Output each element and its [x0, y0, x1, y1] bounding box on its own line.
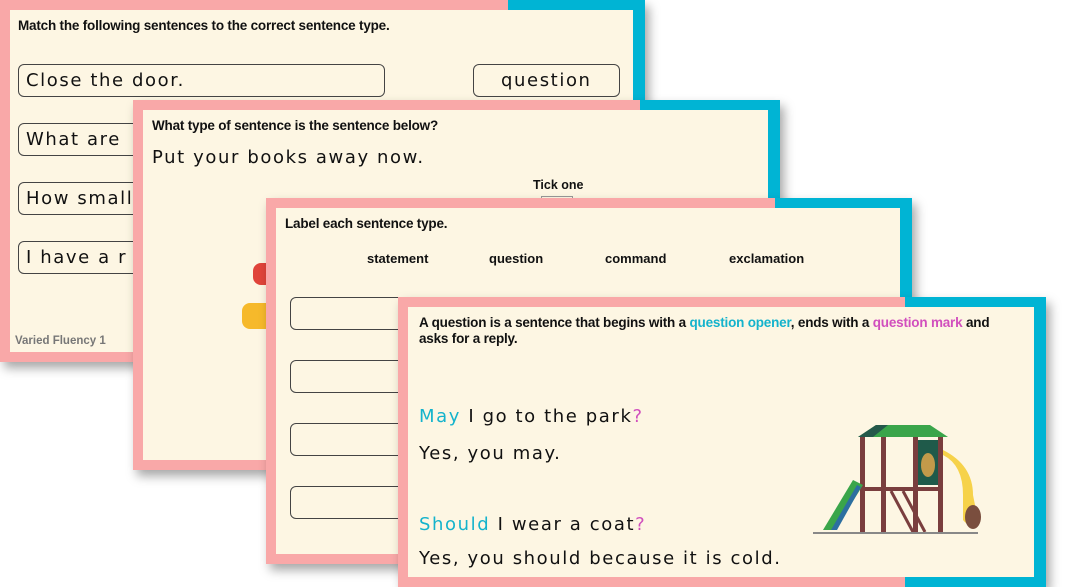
label-exclamation[interactable]: exclamation [729, 251, 804, 266]
sentence-text: Close the door. [26, 70, 185, 91]
example-question: May I go to the park? [419, 406, 644, 427]
question-text: I go to the park [461, 406, 633, 427]
question-opener: May [419, 406, 462, 427]
type-text: question [501, 70, 592, 91]
question-opener: Should [419, 514, 491, 535]
tick-label: Tick one [533, 178, 584, 192]
keyword-mark: question mark [872, 315, 963, 330]
sentence-text: How small [26, 188, 134, 209]
label-statement[interactable]: statement [367, 251, 428, 266]
example-question: Should I wear a coat? [419, 514, 646, 535]
label-question[interactable]: question [489, 251, 543, 266]
question-text: I wear a coat [490, 514, 636, 535]
slide-body: A question is a sentence that begins wit… [408, 307, 1034, 577]
example-answer: Yes, you should because it is cold. [419, 548, 782, 569]
definition-text: , ends with a [790, 315, 873, 330]
playground-icon [813, 425, 981, 534]
label-command[interactable]: command [605, 251, 666, 266]
type-box[interactable]: question [473, 64, 620, 97]
slide-title: What type of sentence is the sentence be… [152, 118, 439, 133]
definition-text: A question is a sentence that begins wit… [419, 315, 690, 330]
question-mark: ? [635, 514, 647, 535]
slide-title: Match the following sentences to the cor… [18, 18, 390, 33]
slide-question-definition: A question is a sentence that begins wit… [398, 297, 1046, 587]
sentence-box[interactable]: Close the door. [18, 64, 385, 97]
example-answer: Yes, you may. [419, 443, 562, 464]
sentence: Put your books away now. [152, 147, 425, 168]
slide-footer: Varied Fluency 1 [15, 335, 106, 347]
sentence-text: I have a r [26, 247, 128, 268]
definition: A question is a sentence that begins wit… [419, 315, 1019, 347]
sentence-text: What are [26, 129, 121, 150]
slide-title: Label each sentence type. [285, 216, 448, 231]
question-mark: ? [632, 406, 644, 427]
keyword-opener: question opener [689, 315, 791, 330]
